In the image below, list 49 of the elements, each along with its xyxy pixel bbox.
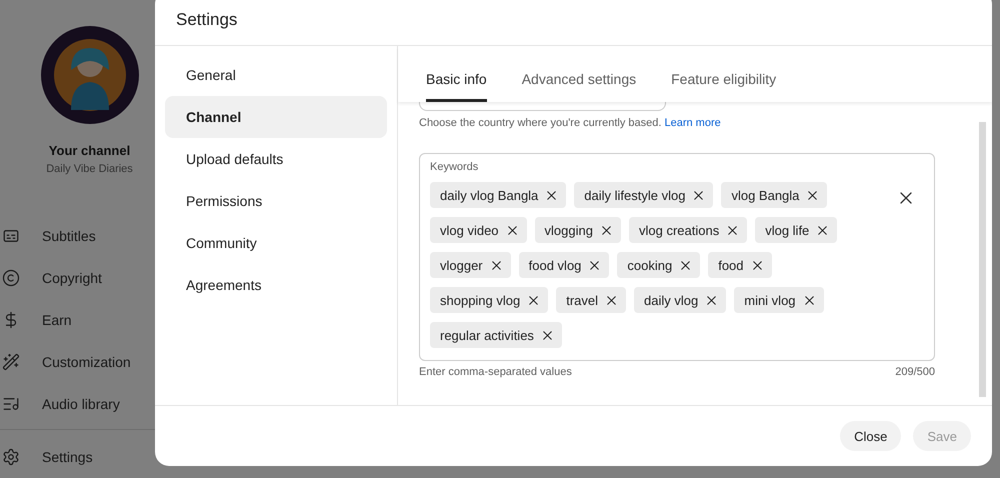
- avatar[interactable]: [40, 26, 138, 124]
- nav-item[interactable]: Settings: [42, 449, 93, 465]
- tab[interactable]: Feature eligibility: [671, 71, 776, 102]
- chip-label: vlog creations: [638, 222, 720, 238]
- nav-item[interactable]: Audio library: [42, 396, 120, 412]
- chip-label: vlog video: [440, 222, 499, 238]
- keywords-hint: Enter comma-separated values: [419, 366, 572, 378]
- scrollbar[interactable]: [979, 122, 986, 397]
- country-hint: Choose the country where you're currently based. Learn more: [419, 117, 722, 129]
- chip-label: vlog Bangla: [731, 188, 800, 202]
- nav-item[interactable]: Earn: [42, 312, 72, 328]
- tab[interactable]: Advanced settings: [522, 71, 636, 102]
- tab[interactable]: Basic info: [426, 71, 487, 102]
- chip-label: travel: [566, 292, 598, 308]
- music-library-icon: [2, 395, 20, 413]
- dialog-button[interactable]: Close: [840, 421, 902, 451]
- channel-title: Your channel: [48, 143, 132, 158]
- copyright-icon: [2, 269, 20, 287]
- chip-label: vlogging: [544, 222, 593, 238]
- chip-label: mini vlog: [744, 292, 796, 308]
- section-item[interactable]: Permissions: [165, 180, 387, 222]
- country-field[interactable]: [419, 102, 666, 111]
- nav-item[interactable]: Customization: [42, 354, 131, 370]
- character-count: 209/500: [895, 366, 935, 378]
- chip-label: vlogger: [440, 258, 483, 272]
- chip-label: cooking: [627, 258, 672, 272]
- keywords-field[interactable]: Keywords daily vlog Bangla daily lifestyle vlog vlog Bangla vlog video vlogging vlog creations vlog life vlogger food vlog cooking food shopping vlog travel daily vlog mini vlog regular activities: [419, 153, 935, 361]
- section-item[interactable]: Channel: [165, 96, 387, 138]
- chip-label: food vlog: [528, 258, 582, 272]
- nav-item[interactable]: Copyright: [42, 270, 102, 286]
- section-item[interactable]: Agreements: [165, 264, 387, 306]
- magic-wand-icon: [2, 353, 20, 371]
- chip-label: daily vlog: [644, 292, 698, 308]
- nav-item[interactable]: Subtitles: [42, 228, 96, 244]
- learn-more-link[interactable]: Learn more: [664, 117, 721, 129]
- settings-icon: [2, 448, 20, 466]
- chip-label: food: [718, 258, 744, 272]
- chip-label: vlog life: [765, 222, 810, 238]
- subtitles-icon: [2, 227, 20, 245]
- section-item[interactable]: Community: [165, 222, 387, 264]
- chip-label: daily vlog Bangla: [440, 188, 538, 202]
- keywords-label: Keywords: [430, 161, 480, 173]
- section-item[interactable]: Upload defaults: [165, 138, 387, 180]
- section-item[interactable]: General: [165, 54, 387, 96]
- channel-name: Daily Vibe Diaries: [45, 163, 134, 175]
- dialog-title: Settings: [176, 10, 238, 30]
- chip-label: daily lifestyle vlog: [584, 188, 686, 202]
- chip-label: shopping vlog: [440, 292, 520, 308]
- chip-label: regular activities: [440, 328, 534, 342]
